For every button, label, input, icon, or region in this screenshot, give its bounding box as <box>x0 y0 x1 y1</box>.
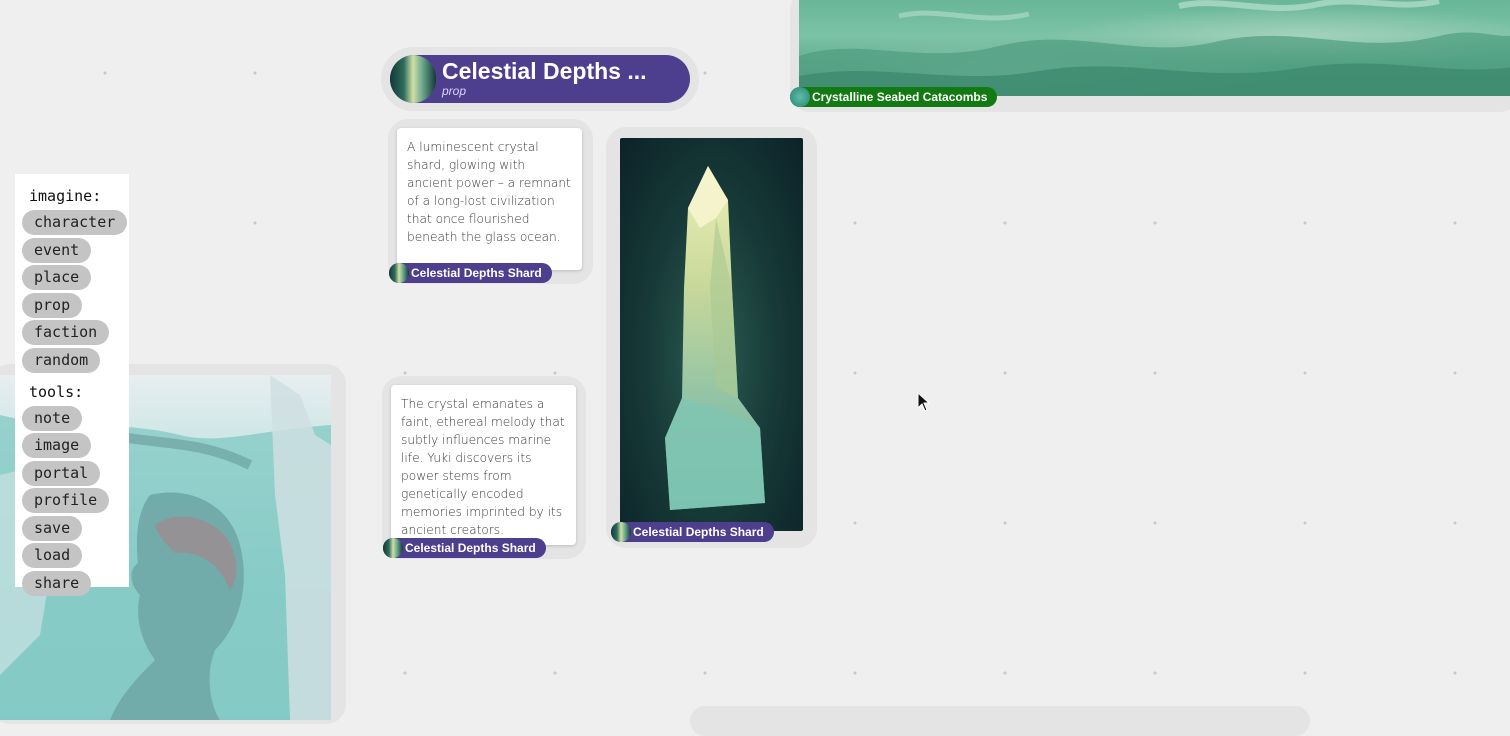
tool-profile-button[interactable]: profile <box>22 488 110 513</box>
tool-image-button[interactable]: image <box>22 433 92 458</box>
crystalline-seabed-label-text: Crystalline Seabed Catacombs <box>812 90 988 104</box>
imagine-event-button[interactable]: event <box>22 237 92 263</box>
note-card[interactable]: A luminescent crystal shard, glowing wit… <box>397 128 582 270</box>
tool-share-button[interactable]: share <box>22 570 92 596</box>
note-label[interactable]: Celestial Depths Shard <box>383 538 546 558</box>
tool-note-button[interactable]: note <box>22 405 83 431</box>
place-thumbnail-icon <box>790 87 810 107</box>
imagine-place-button[interactable]: place <box>22 265 92 290</box>
tool-load-button[interactable]: load <box>22 543 83 568</box>
seabed-illustration <box>799 0 1510 96</box>
crystal-image-label[interactable]: Celestial Depths Shard <box>611 522 774 542</box>
note-label[interactable]: Celestial Depths Shard <box>389 263 552 283</box>
crystalline-seabed-label[interactable]: Crystalline Seabed Catacombs <box>790 87 998 107</box>
note-card[interactable]: The crystal emanates a faint, ethereal m… <box>391 385 576 545</box>
note-text: The crystal emanates a faint, ethereal m… <box>401 397 565 537</box>
prop-thumbnail-icon <box>611 522 631 542</box>
prop-thumbnail-icon <box>383 538 403 558</box>
imagine-prop-button[interactable]: prop <box>22 292 83 318</box>
note-label-text: Celestial Depths Shard <box>405 541 536 555</box>
imagine-random-button[interactable]: random <box>22 347 101 373</box>
tool-portal-button[interactable]: portal <box>22 460 101 486</box>
note-text: A luminescent crystal shard, glowing wit… <box>407 140 571 244</box>
crystal-illustration <box>665 166 765 510</box>
bottom-node-halo <box>690 706 1310 736</box>
tools-heading: tools: <box>29 382 84 401</box>
crystal-shard-image[interactable] <box>620 138 803 531</box>
imagine-character-button[interactable]: character <box>22 210 128 235</box>
prop-thumbnail-icon <box>390 55 436 103</box>
prop-title: Celestial Depths ... <box>442 58 647 84</box>
imagine-heading: imagine: <box>29 187 102 205</box>
crystalline-seabed-image[interactable] <box>799 0 1510 96</box>
prop-thumbnail-icon <box>389 263 409 283</box>
tool-save-button[interactable]: save <box>22 515 83 541</box>
imagine-faction-button[interactable]: faction <box>22 320 110 345</box>
prop-title-node[interactable]: Celestial Depths ... prop <box>390 55 690 103</box>
mouse-cursor-icon <box>917 392 931 412</box>
note-label-text: Celestial Depths Shard <box>411 266 542 280</box>
crystal-image-label-text: Celestial Depths Shard <box>633 525 764 539</box>
toolbar-panel: imagine: character event place prop fact… <box>15 174 129 596</box>
prop-type-label: prop <box>442 84 467 98</box>
